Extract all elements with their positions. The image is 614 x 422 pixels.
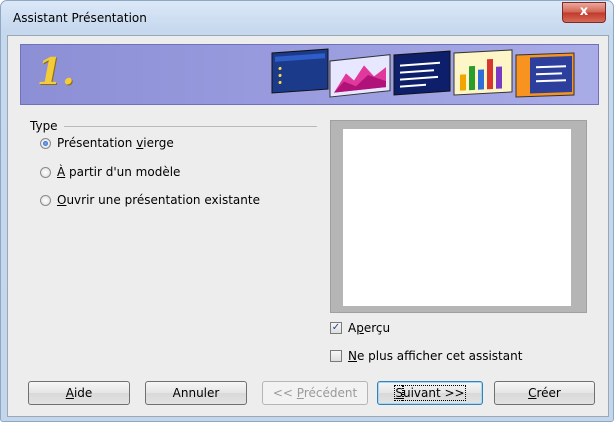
radio-from-template[interactable]: À partir d'un modèle: [40, 165, 180, 179]
preview-frame: [330, 120, 587, 313]
create-button[interactable]: Créer: [494, 381, 595, 405]
wizard-banner: 1.: [20, 44, 599, 105]
preview-checkbox[interactable]: ✓: [330, 322, 342, 334]
radio-open-existing[interactable]: Ouvrir une présentation existante: [40, 193, 260, 207]
thumb-chart-slide: [329, 54, 391, 98]
step-number: 1.: [37, 51, 75, 93]
type-group-label: Type: [30, 119, 58, 133]
dialog-window: Assistant Présentation x 1. Type Présent…: [0, 0, 614, 422]
type-group-divider: [64, 126, 317, 127]
thumb-blue-slide: [271, 48, 329, 94]
help-button[interactable]: Aide: [28, 381, 130, 405]
previous-button[interactable]: << Précédent: [262, 381, 368, 405]
radio-label: À partir d'un modèle: [57, 165, 181, 179]
preview-checkbox-row[interactable]: ✓ Aperçu: [330, 321, 390, 335]
radio-button[interactable]: [40, 166, 51, 178]
radio-label: Ouvrir une présentation existante: [57, 193, 260, 207]
slide-thumbnails-icon: [271, 48, 575, 98]
preview-canvas: [343, 129, 571, 306]
dont-show-label: Ne plus afficher cet assistant: [348, 349, 523, 363]
radio-empty-presentation[interactable]: Présentation vierge: [40, 136, 174, 150]
radio-label: Présentation vierge: [57, 136, 174, 150]
cancel-button[interactable]: Annuler: [145, 381, 247, 405]
radio-button[interactable]: [40, 194, 51, 206]
radio-button-checked[interactable]: [40, 137, 51, 149]
thumb-orange-slide: [515, 52, 575, 98]
dont-show-checkbox-row[interactable]: Ne plus afficher cet assistant: [330, 349, 522, 363]
preview-checkbox-label: Aperçu: [348, 321, 391, 335]
window-title: Assistant Présentation: [13, 11, 147, 25]
close-icon: x: [579, 4, 589, 19]
close-button[interactable]: x: [562, 2, 606, 23]
thumb-navy-slide: [393, 50, 451, 96]
dont-show-checkbox[interactable]: [330, 350, 342, 362]
thumb-bar-slide: [453, 49, 513, 96]
next-button[interactable]: Suivant >>: [377, 381, 483, 405]
dialog-client-area: 1. Type Présentation vierge À partir d'u…: [7, 35, 609, 417]
